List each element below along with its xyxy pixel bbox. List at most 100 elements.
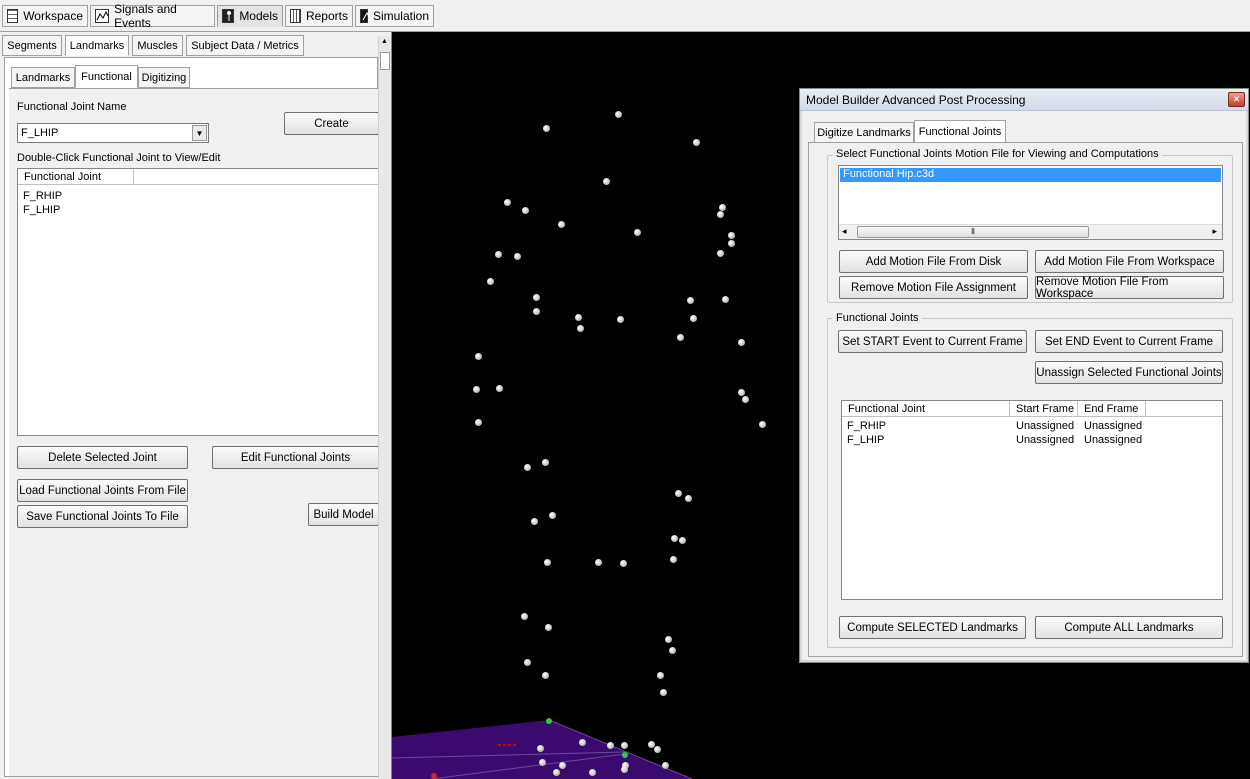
marker-sphere [475, 419, 482, 426]
table-cell: Unassigned [1084, 420, 1143, 432]
table-cell[interactable]: F_LHIP [847, 434, 884, 446]
marker-sphere [607, 742, 614, 749]
list-item[interactable]: F_RHIP [23, 190, 62, 202]
joint-name-select[interactable]: F_LHIP ▼ [17, 123, 209, 143]
marker-sphere [495, 251, 502, 258]
tab-simulation[interactable]: Simulation [355, 5, 434, 27]
joint-list-header[interactable]: Functional Joint [18, 169, 134, 185]
marker-sphere [522, 207, 529, 214]
joint-list-header-filler [134, 169, 378, 185]
marker-sphere [654, 746, 661, 753]
close-icon[interactable]: ✕ [1228, 92, 1245, 107]
marker-sphere [687, 297, 694, 304]
marker-sphere [671, 535, 678, 542]
scroll-thumb[interactable] [380, 52, 390, 70]
simulation-icon [360, 9, 372, 23]
unassign-joints-button[interactable]: Unassign Selected Functional Joints [1035, 361, 1223, 384]
tab-digitize-landmarks[interactable]: Digitize Landmarks [814, 122, 914, 143]
remove-motion-assignment-button[interactable]: Remove Motion File Assignment [839, 276, 1028, 299]
col-end-frame[interactable]: End Frame [1078, 401, 1146, 417]
marker-sphere [728, 240, 735, 247]
delete-joint-button[interactable]: Delete Selected Joint [17, 446, 188, 469]
table-cell: Unassigned [1016, 420, 1075, 432]
marker-sphere [662, 762, 669, 769]
joints-group-label: Functional Joints [833, 312, 922, 324]
marker-sphere [575, 314, 582, 321]
build-model-button[interactable]: Build Model [308, 503, 379, 526]
marker-sphere [634, 229, 641, 236]
load-functional-joints-button[interactable]: Load Functional Joints From File [17, 479, 188, 502]
tab-functional-joints[interactable]: Functional Joints [914, 120, 1006, 143]
joint-list-label: Double-Click Functional Joint to View/Ed… [17, 152, 221, 164]
tab-segments[interactable]: Segments [2, 35, 62, 56]
marker-sphere [620, 560, 627, 567]
marker-sphere [665, 636, 672, 643]
create-button[interactable]: Create [284, 112, 379, 135]
marker-sphere [660, 689, 667, 696]
tab-models[interactable]: Models [217, 5, 283, 27]
add-motion-from-workspace-button[interactable]: Add Motion File From Workspace [1035, 250, 1224, 273]
compute-selected-button[interactable]: Compute SELECTED Landmarks [839, 616, 1026, 639]
subtab-functional[interactable]: Functional [75, 65, 138, 88]
marker-sphere [738, 389, 745, 396]
joint-events-table[interactable]: Functional Joint Start Frame End Frame F… [841, 400, 1223, 600]
list-item[interactable]: F_LHIP [23, 204, 60, 216]
scroll-thumb[interactable]: ⦀ [857, 226, 1089, 238]
list-item[interactable]: Functional Hip.c3d [840, 168, 1221, 182]
horizontal-scrollbar[interactable]: ◂ ⦀ ▸ [839, 224, 1222, 239]
marker-sphere [621, 766, 628, 773]
marker-sphere [759, 421, 766, 428]
subtab-digitizing[interactable]: Digitizing [138, 67, 190, 88]
subtab-landmarks[interactable]: Landmarks [11, 67, 75, 88]
marker-sphere [679, 537, 686, 544]
marker-sphere [657, 672, 664, 679]
marker-sphere [617, 316, 624, 323]
tab-reports[interactable]: Reports [285, 5, 353, 27]
marker-sphere [669, 647, 676, 654]
top-tab-bar: Workspace Signals and Events Models Repo… [0, 0, 1250, 32]
table-cell: Unassigned [1084, 434, 1143, 446]
save-functional-joints-button[interactable]: Save Functional Joints To File [17, 505, 188, 528]
marker-sphere [670, 556, 677, 563]
marker-sphere [473, 386, 480, 393]
col-start-frame[interactable]: Start Frame [1010, 401, 1078, 417]
tab-muscles[interactable]: Muscles [132, 35, 183, 56]
edit-functional-joints-button[interactable]: Edit Functional Joints [212, 446, 379, 469]
functional-joint-list[interactable]: Functional Joint F_RHIP F_LHIP [17, 168, 379, 436]
set-start-event-button[interactable]: Set START Event to Current Frame [838, 330, 1027, 353]
scroll-right-icon[interactable]: ▸ [1212, 226, 1217, 237]
marker-sphere [738, 339, 745, 346]
marker-sphere [542, 459, 549, 466]
tab-simulation-label: Simulation [372, 9, 429, 23]
compute-all-button[interactable]: Compute ALL Landmarks [1035, 616, 1223, 639]
chevron-down-icon[interactable]: ▼ [192, 125, 207, 141]
marker-sphere [690, 315, 697, 322]
tab-signals-and-events[interactable]: Signals and Events [90, 2, 215, 30]
table-cell[interactable]: F_RHIP [847, 420, 886, 432]
tab-reports-label: Reports [305, 9, 348, 23]
remove-motion-from-workspace-button[interactable]: Remove Motion File From Workspace [1035, 276, 1224, 300]
tab-landmarks[interactable]: Landmarks [65, 35, 129, 56]
marker-sphere [537, 745, 544, 752]
scroll-left-icon[interactable]: ◂ [842, 226, 847, 237]
report-icon [290, 9, 301, 23]
tab-models-label: Models [239, 9, 278, 23]
col-functional-joint[interactable]: Functional Joint [842, 401, 1010, 417]
tab-workspace[interactable]: Workspace [2, 5, 88, 27]
motion-file-list[interactable]: Functional Hip.c3d ◂ ⦀ ▸ [838, 165, 1223, 240]
signal-icon [95, 9, 110, 23]
scroll-up-icon[interactable]: ▲ [381, 38, 388, 45]
set-end-event-button[interactable]: Set END Event to Current Frame [1035, 330, 1223, 353]
left-panel-scrollbar[interactable]: ▲ [378, 36, 391, 779]
dialog-title: Model Builder Advanced Post Processing [806, 92, 1026, 107]
marker-sphere [543, 125, 550, 132]
tab-subject-data[interactable]: Subject Data / Metrics [186, 35, 304, 56]
tab-signals-label: Signals and Events [114, 2, 177, 30]
add-motion-from-disk-button[interactable]: Add Motion File From Disk [839, 250, 1028, 273]
marker-sphere [539, 759, 546, 766]
marker-sphere [542, 672, 549, 679]
left-panel: Segments Landmarks Muscles Subject Data … [0, 32, 392, 779]
tab-workspace-label: Workspace [23, 9, 83, 23]
marker-sphere [533, 294, 540, 301]
landmarks-tab-panel: Landmarks Functional Digitizing Function… [4, 57, 379, 777]
